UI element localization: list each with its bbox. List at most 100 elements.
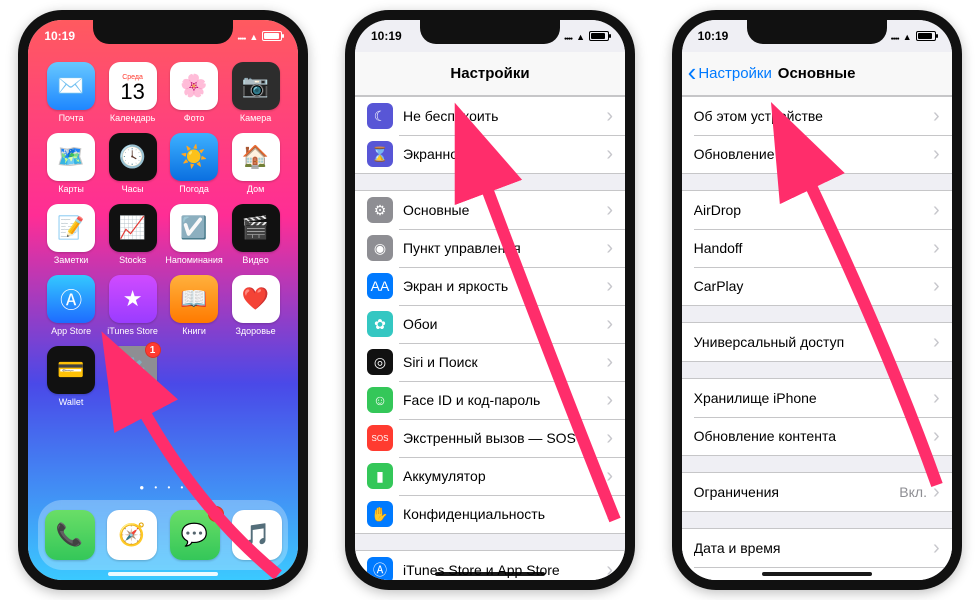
app-Stocks[interactable]: 📈Stocks bbox=[104, 204, 162, 265]
settings-row[interactable]: ⌛Экранное имя bbox=[355, 135, 625, 173]
app-Почта[interactable]: ✉️Почта bbox=[42, 62, 100, 123]
app-icon: ✉️ bbox=[47, 62, 95, 110]
row-label: Экстренный вызов — SOS bbox=[403, 430, 606, 446]
app-Фото[interactable]: 🌸Фото bbox=[165, 62, 223, 123]
app-Часы[interactable]: 🕓Часы bbox=[104, 133, 162, 194]
app-Заметки[interactable]: 📝Заметки bbox=[42, 204, 100, 265]
status-time: 10:19 bbox=[44, 29, 75, 43]
app-icon: ⚙️1 bbox=[109, 346, 157, 394]
row-icon: Ⓐ bbox=[367, 557, 393, 580]
app-Напоминания[interactable]: ☑️Напоминания bbox=[165, 204, 223, 265]
settings-row[interactable]: ◎Siri и Поиск bbox=[355, 343, 625, 381]
home-indicator[interactable] bbox=[108, 572, 218, 576]
row-label: Обновление контента bbox=[694, 428, 933, 444]
row-label: Пункт управления bbox=[403, 240, 606, 256]
row-icon: ◎ bbox=[367, 349, 393, 375]
battery-icon bbox=[589, 31, 609, 41]
settings-row[interactable]: Универсальный доступ bbox=[682, 323, 952, 361]
dock-app-messages[interactable]: 💬4 bbox=[170, 510, 220, 560]
chevron-right-icon bbox=[933, 575, 940, 581]
dock-app-music[interactable]: 🎵 bbox=[232, 510, 282, 560]
settings-row[interactable]: Дата и время bbox=[682, 529, 952, 567]
app-Видео[interactable]: 🎬Видео bbox=[227, 204, 285, 265]
app-Здоровье[interactable]: ❤️Здоровье bbox=[227, 275, 285, 336]
wifi-icon bbox=[249, 29, 258, 43]
status-time: 10:19 bbox=[371, 29, 402, 43]
app-Wallet[interactable]: 💳Wallet bbox=[42, 346, 100, 407]
row-icon: ◉ bbox=[367, 235, 393, 261]
page-dots[interactable]: ● • • • bbox=[28, 483, 298, 492]
app-icon: 📖 bbox=[170, 275, 218, 323]
row-icon: ✿ bbox=[367, 311, 393, 337]
settings-row[interactable]: Обновление контента bbox=[682, 417, 952, 455]
app-icon: 📷 bbox=[232, 62, 280, 110]
notch bbox=[93, 20, 233, 44]
badge: 1 bbox=[145, 342, 161, 358]
chevron-right-icon bbox=[933, 143, 940, 166]
row-label: Об этом устройстве bbox=[694, 108, 933, 124]
app-label: Дом bbox=[247, 184, 264, 194]
app-Дом[interactable]: 🏠Дом bbox=[227, 133, 285, 194]
settings-group: Универсальный доступ bbox=[682, 322, 952, 362]
row-label: Face ID и код-пароль bbox=[403, 392, 606, 408]
home-indicator[interactable] bbox=[435, 572, 545, 576]
battery-icon bbox=[262, 31, 282, 41]
settings-row[interactable]: ✿Обои bbox=[355, 305, 625, 343]
chevron-right-icon bbox=[606, 389, 613, 412]
row-label: Основные bbox=[403, 202, 606, 218]
app-icon: 🌸 bbox=[170, 62, 218, 110]
chevron-right-icon bbox=[933, 425, 940, 448]
settings-row[interactable]: AirDrop bbox=[682, 191, 952, 229]
settings-row[interactable]: Об этом устройстве bbox=[682, 97, 952, 135]
settings-row[interactable]: ☺Face ID и код-пароль bbox=[355, 381, 625, 419]
row-icon: ⚙ bbox=[367, 197, 393, 223]
settings-row[interactable]: SOS Экстренный вызов — SOS bbox=[355, 419, 625, 457]
app-Настройки[interactable]: ⚙️1 Настройки bbox=[104, 346, 162, 407]
settings-row[interactable]: Обновление ПО bbox=[682, 135, 952, 173]
app-App Store[interactable]: ⒶApp Store bbox=[42, 275, 100, 336]
app-Календарь[interactable]: Среда13Календарь bbox=[104, 62, 162, 123]
settings-row[interactable]: ◉ Пункт управления bbox=[355, 229, 625, 267]
app-label: Stocks bbox=[119, 255, 146, 265]
app-label: Настройки bbox=[111, 397, 155, 407]
dock: 📞🧭 💬4🎵 bbox=[38, 500, 288, 570]
chevron-right-icon bbox=[933, 331, 940, 354]
row-label: Клавиатура bbox=[694, 578, 933, 580]
app-icon: 🎬 bbox=[232, 204, 280, 252]
app-iTunes Store[interactable]: ★iTunes Store bbox=[104, 275, 162, 336]
settings-row[interactable]: ОграниченияВкл. bbox=[682, 473, 952, 511]
app-icon: ☑️ bbox=[170, 204, 218, 252]
app-Карты[interactable]: 🗺️Карты bbox=[42, 133, 100, 194]
row-icon: SOS bbox=[367, 425, 393, 451]
app-Камера[interactable]: 📷Камера bbox=[227, 62, 285, 123]
signal-icon bbox=[564, 29, 572, 43]
settings-group: Об этом устройстве Обновление ПО bbox=[682, 96, 952, 174]
chevron-right-icon bbox=[606, 143, 613, 166]
settings-row[interactable]: ▮Аккумулятор bbox=[355, 457, 625, 495]
chevron-right-icon bbox=[933, 105, 940, 128]
settings-row[interactable]: Хранилище iPhone bbox=[682, 379, 952, 417]
settings-row[interactable]: ⚙ Основные bbox=[355, 191, 625, 229]
dock-app-phone[interactable]: 📞 bbox=[45, 510, 95, 560]
dock-app-safari[interactable]: 🧭 bbox=[107, 510, 157, 560]
settings-row[interactable]: Handoff bbox=[682, 229, 952, 267]
row-icon: ▮ bbox=[367, 463, 393, 489]
app-Погода[interactable]: ☀️Погода bbox=[165, 133, 223, 194]
settings-group: Хранилище iPhone Обновление контента bbox=[682, 378, 952, 456]
home-indicator[interactable] bbox=[762, 572, 872, 576]
nav-back-button[interactable]: Настройки bbox=[688, 52, 772, 95]
signal-icon bbox=[237, 29, 245, 43]
wifi-icon bbox=[576, 29, 585, 43]
phone-settings-root: 10:19 Настройки ☾Не беспокоить⌛Экранное … bbox=[345, 10, 635, 590]
settings-group: ОграниченияВкл. bbox=[682, 472, 952, 512]
signal-icon bbox=[891, 29, 899, 43]
settings-row[interactable]: ✋Конфиденциальность bbox=[355, 495, 625, 533]
settings-row[interactable]: AAЭкран и яркость bbox=[355, 267, 625, 305]
chevron-right-icon bbox=[606, 465, 613, 488]
app-label: Книги bbox=[182, 326, 206, 336]
app-Книги[interactable]: 📖 Книги bbox=[165, 275, 223, 336]
badge: 4 bbox=[208, 506, 224, 522]
settings-row[interactable]: CarPlay bbox=[682, 267, 952, 305]
settings-row[interactable]: ☾Не беспокоить bbox=[355, 97, 625, 135]
chevron-right-icon bbox=[933, 275, 940, 298]
